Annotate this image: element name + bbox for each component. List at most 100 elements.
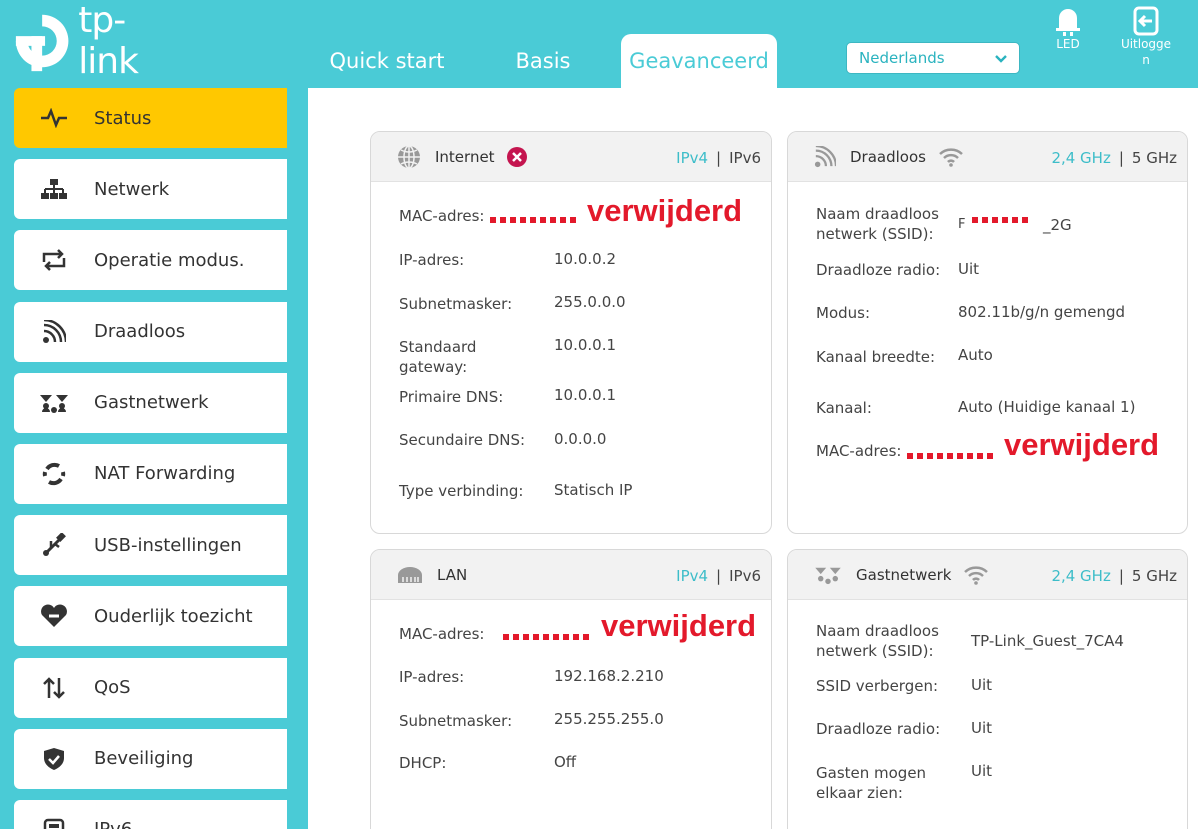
ssid-hide-label: SSID verbergen: — [816, 677, 939, 695]
network-icon — [14, 178, 94, 200]
radio-label: Draadloze radio: — [816, 720, 941, 738]
language-selected: Nederlands — [859, 49, 945, 67]
chevron-down-icon — [995, 55, 1007, 63]
globe-icon — [398, 144, 420, 169]
channel-value: Auto (Huidige kanaal 1) — [958, 398, 1136, 416]
ssid-suffix: _2G — [1043, 216, 1072, 234]
led-icon — [1056, 9, 1080, 36]
redacted-text: verwijderd — [601, 608, 757, 643]
sidebar-item-draadloos[interactable]: Draadloos — [14, 301, 287, 362]
ssid-hide-value: Uit — [971, 676, 993, 694]
logout-label-line1: Uitlogge — [1120, 37, 1172, 51]
sidebar-item-gastnetwerk[interactable]: Gastnetwerk — [14, 372, 287, 433]
redaction-dots — [490, 217, 576, 223]
subnet-label: Subnetmasker: — [399, 295, 513, 313]
logout-label-line2: n — [1142, 53, 1150, 67]
connection-type-value: Statisch IP — [554, 481, 633, 499]
band-24-toggle[interactable]: 2,4 GHz — [1051, 567, 1110, 585]
sidebar-item-beveiliging[interactable]: Beveiliging — [14, 728, 287, 789]
mode-value: 802.11b/g/n gemengd — [958, 303, 1126, 321]
gateway-label: Standaard gateway: — [399, 337, 476, 377]
ssid-label-line2: netwerk (SSID): — [816, 225, 934, 243]
ipv4-toggle[interactable]: IPv4 — [676, 567, 708, 585]
wireless-card: Draadloos 2,4 GHz | 5 GHz Naam draadloos n… — [787, 131, 1188, 534]
dns2-label: Secundaire DNS: — [399, 431, 526, 449]
ssid-prefix: F — [958, 217, 966, 232]
band-switch: 2,4 GHz | 5 GHz — [1051, 567, 1177, 585]
led-label: LED — [1056, 37, 1080, 51]
heart-icon — [14, 604, 94, 628]
guest-isolation-label-line2: elkaar zien: — [816, 784, 903, 802]
redaction-dots — [907, 453, 993, 459]
guest-isolation-value: Uit — [971, 762, 993, 780]
mac-label: MAC-adres: — [816, 442, 902, 460]
pulse-icon — [14, 108, 94, 128]
sidebar-item-label: USB-instellingen — [94, 534, 242, 556]
dns1-label: Primaire DNS: — [399, 388, 504, 406]
tab-quick-start[interactable]: Quick start — [320, 34, 454, 88]
connection-type-label: Type verbinding: — [399, 482, 524, 500]
redacted-text: verwijderd — [587, 193, 743, 228]
sidebar-item-usb-instellingen[interactable]: USB-instellingen — [14, 515, 287, 576]
brand-name: tp-link — [78, 0, 139, 82]
led-button[interactable]: LED — [1050, 6, 1086, 52]
sidebar-item-label: Beveiliging — [94, 748, 194, 770]
ip-value: 10.0.0.2 — [554, 250, 617, 268]
dhcp-value: Off — [554, 753, 577, 771]
sidebar-item-ipv6[interactable]: IPv6 — [14, 799, 287, 829]
sidebar-item-label: Gastnetwerk — [94, 392, 209, 414]
gateway-label-line1: Standaard — [399, 338, 477, 356]
lan-card: LAN IPv4 | IPv6 MAC-adres: verwijderd IP-a… — [370, 549, 772, 829]
gateway-label-line2: gateway: — [399, 358, 468, 376]
gateway-value: 10.0.0.1 — [554, 336, 617, 354]
ipv4-toggle[interactable]: IPv4 — [676, 149, 708, 167]
tp-link-logo-icon — [15, 14, 69, 72]
subnet-label: Subnetmasker: — [399, 712, 513, 730]
subnet-value: 255.255.255.0 — [554, 710, 664, 728]
band-5-toggle[interactable]: 5 GHz — [1132, 149, 1177, 167]
sidebar-item-nat-forwarding[interactable]: NAT Forwarding — [14, 443, 287, 504]
usb-icon — [14, 533, 94, 557]
radio-value: Uit — [958, 260, 980, 278]
ip-value: 192.168.2.210 — [554, 667, 664, 685]
sidebar-item-label: Ouderlijk toezicht — [94, 605, 253, 627]
band-5-toggle[interactable]: 5 GHz — [1132, 567, 1177, 585]
shield-icon — [14, 747, 94, 771]
sidebar-item-label: NAT Forwarding — [94, 463, 236, 485]
channel-width-label: Kanaal breedte: — [816, 348, 936, 366]
tp-link-logo: tp-link — [12, 0, 182, 82]
logout-button[interactable]: Uitlogge n — [1116, 6, 1176, 68]
dns2-value: 0.0.0.0 — [554, 430, 607, 448]
tab-basis[interactable]: Basis — [496, 34, 590, 88]
sidebar-item-status[interactable]: Status — [14, 88, 287, 148]
ip-version-switch: IPv4 | IPv6 — [676, 567, 761, 585]
redaction-dots — [972, 217, 1032, 223]
ethernet-icon — [398, 566, 422, 583]
wireless-title: Draadloos — [850, 147, 926, 166]
tab-geavanceerd[interactable]: Geavanceerd — [621, 34, 777, 88]
band-switch: 2,4 GHz | 5 GHz — [1051, 149, 1177, 167]
ip-version-switch: IPv4 | IPv6 — [676, 149, 761, 167]
logout-icon — [1133, 6, 1159, 36]
guest-isolation-label: Gasten mogen elkaar zien: — [816, 763, 926, 803]
ssid-label-line1: Naam draadloos — [816, 205, 939, 223]
lan-title: LAN — [437, 565, 468, 584]
ipv6-toggle[interactable]: IPv6 — [729, 149, 761, 167]
guest-icon — [14, 392, 94, 414]
ssid-label: Naam draadloos netwerk (SSID): — [816, 204, 939, 244]
wireless-icon — [14, 319, 94, 344]
redacted-text: verwijderd — [1004, 427, 1160, 462]
sidebar-item-qos[interactable]: QoS — [14, 657, 287, 718]
radio-label: Draadloze radio: — [816, 261, 941, 279]
ipv6-toggle[interactable]: IPv6 — [729, 567, 761, 585]
band-24-toggle[interactable]: 2,4 GHz — [1051, 149, 1110, 167]
sidebar-item-operatie-modus[interactable]: Operatie modus. — [14, 230, 287, 291]
sidebar-item-ouderlijk-toezicht[interactable]: Ouderlijk toezicht — [14, 586, 287, 647]
sidebar-item-netwerk[interactable]: Netwerk — [14, 159, 287, 220]
channel-width-value: Auto — [958, 346, 993, 364]
ssid-label: Naam draadloos netwerk (SSID): — [816, 621, 939, 661]
mode-label: Modus: — [816, 304, 871, 322]
language-select[interactable]: Nederlands — [846, 42, 1020, 74]
dns1-value: 10.0.0.1 — [554, 386, 617, 404]
sidebar-item-label: IPv6 — [94, 819, 132, 829]
